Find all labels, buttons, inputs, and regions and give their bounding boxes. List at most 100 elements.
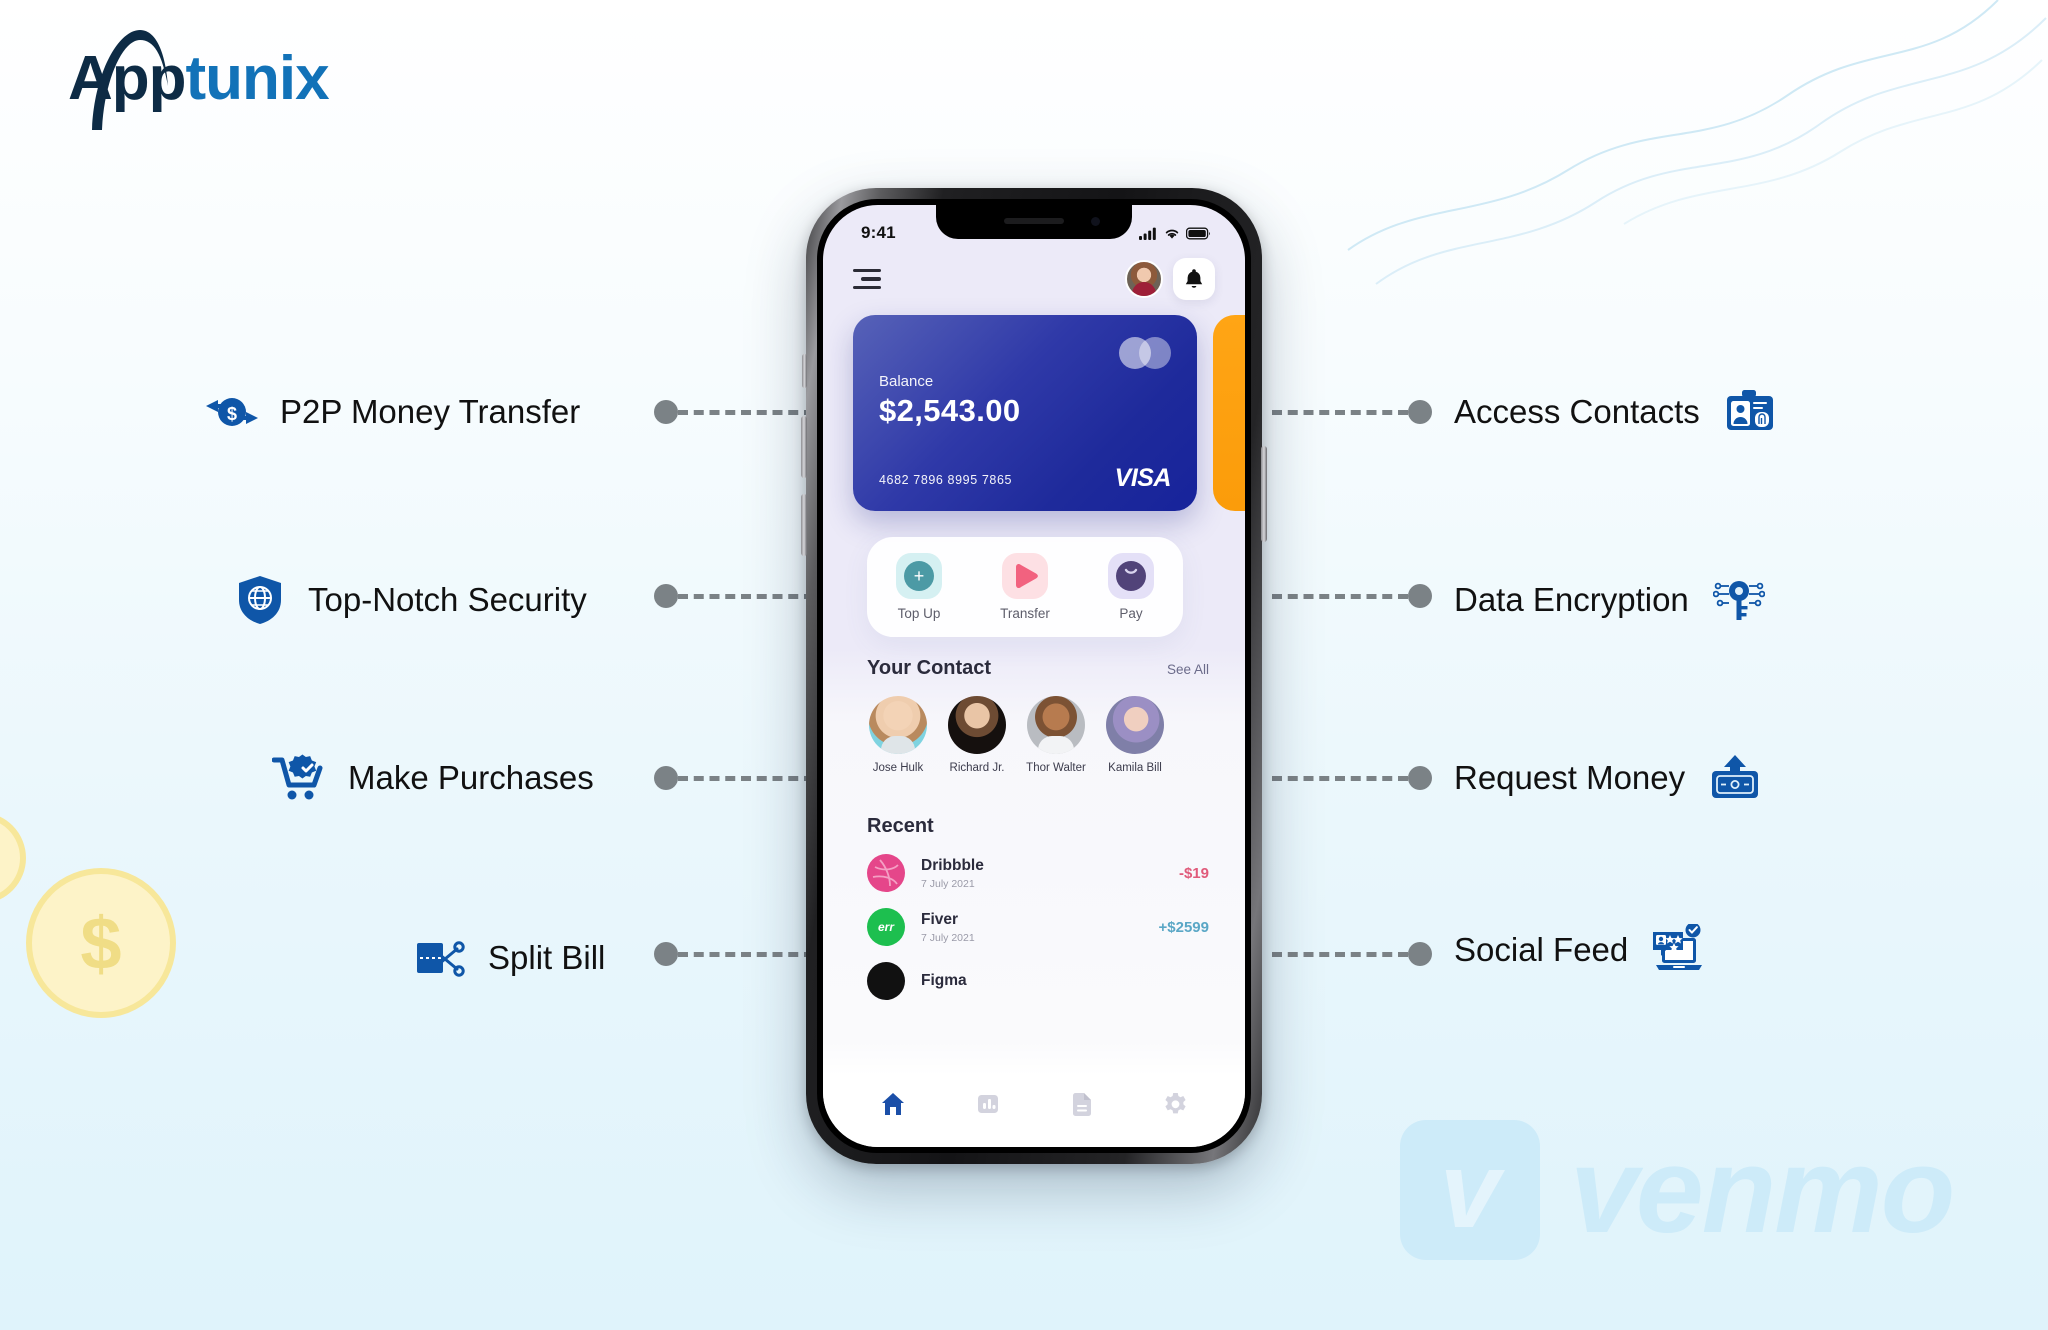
- bell-icon: [1185, 269, 1203, 288]
- nav-home[interactable]: [880, 1091, 906, 1117]
- contact-name: Richard Jr.: [949, 762, 1005, 774]
- mute-switch[interactable]: [802, 354, 807, 388]
- action-top-up[interactable]: + Top Up: [896, 553, 943, 621]
- connector-social-feed: [1272, 942, 1432, 966]
- fiverr-logo: err: [867, 908, 905, 946]
- avatar[interactable]: [1125, 260, 1163, 298]
- scissors-card-icon: [412, 930, 468, 986]
- connector-security: [654, 584, 814, 608]
- see-all-link[interactable]: See All: [1167, 662, 1209, 677]
- connector-dot: [1408, 766, 1432, 790]
- connector-line: [678, 593, 814, 599]
- phone-frame: 9:41 Balance $2,543.00 4682 7896 8995 78…: [801, 188, 1267, 1164]
- banknote-upload-icon: [1707, 750, 1763, 806]
- action-transfer[interactable]: Transfer: [1000, 553, 1050, 621]
- signal-icon: [1139, 227, 1156, 240]
- contacts-list: Jose Hulk Richard Jr. Thor Walter Kamila…: [867, 696, 1209, 774]
- connector-line: [1272, 593, 1408, 599]
- nav-documents[interactable]: [1071, 1092, 1093, 1117]
- plus-circle-icon: +: [896, 553, 943, 599]
- feature-label: Social Feed: [1454, 931, 1629, 968]
- action-pay[interactable]: Pay: [1107, 553, 1154, 621]
- money-transfer-icon: $: [204, 384, 260, 440]
- apptunix-logo: Apptunix: [68, 30, 330, 130]
- feature-social-feed: Social Feed: [1454, 920, 1706, 980]
- feature-data-encryption: Data Encryption: [1454, 570, 1767, 630]
- document-icon: [1072, 1092, 1091, 1116]
- list-item[interactable]: Thor Walter: [1025, 696, 1087, 774]
- wifi-icon: [1165, 229, 1179, 239]
- contact-name: Kamila Bill: [1108, 762, 1162, 774]
- phone-mockup: 9:41 Balance $2,543.00 4682 7896 8995 78…: [801, 188, 1267, 1164]
- visa-logo: VISA: [1114, 464, 1172, 492]
- power-button[interactable]: [1261, 446, 1267, 542]
- recent-section: Recent Dribbble 7 July 2021 -$19 err Fiv…: [867, 815, 1209, 1000]
- balance-card[interactable]: Balance $2,543.00 4682 7896 8995 7865 VI…: [853, 315, 1197, 511]
- list-item[interactable]: Kamila Bill: [1104, 696, 1166, 774]
- connector-dot: [1408, 942, 1432, 966]
- connector-line: [678, 951, 814, 957]
- front-camera: [1091, 217, 1100, 226]
- table-row[interactable]: Dribbble 7 July 2021 -$19: [867, 854, 1209, 892]
- scroll-fade: [823, 1041, 1245, 1075]
- feature-split-bill: Split Bill: [412, 928, 605, 988]
- table-row[interactable]: err Fiver 7 July 2021 +$2599: [867, 908, 1209, 946]
- volume-up-button[interactable]: [801, 416, 807, 478]
- feature-label: Split Bill: [488, 939, 606, 976]
- feature-make-purchases: Make Purchases: [272, 748, 594, 808]
- logo-arc-icon: [92, 30, 168, 130]
- nav-settings[interactable]: [1163, 1092, 1188, 1117]
- transaction-date: 7 July 2021: [921, 877, 975, 890]
- feature-label: Top-Notch Security: [308, 581, 587, 618]
- feature-label: Make Purchases: [348, 759, 594, 796]
- key-circuit-icon: [1711, 572, 1767, 628]
- feature-request-money: Request Money: [1454, 748, 1763, 808]
- contact-name: Thor Walter: [1026, 762, 1086, 774]
- notification-bell-button[interactable]: [1173, 258, 1215, 300]
- transaction-name: Figma: [921, 972, 967, 989]
- connector-line: [678, 775, 814, 781]
- dribbble-logo: [867, 854, 905, 892]
- logo-text-unix: tunix: [185, 44, 330, 113]
- earpiece-speaker: [1004, 218, 1064, 224]
- avatar: [1106, 696, 1164, 754]
- transaction-name: Dribbble: [921, 856, 984, 874]
- laptop-review-icon: [1650, 922, 1706, 978]
- hamburger-icon[interactable]: [853, 268, 883, 290]
- gear-icon: [1165, 1092, 1186, 1113]
- status-time: 9:41: [861, 223, 896, 242]
- quick-actions-panel: + Top Up Transfer Pay: [867, 537, 1183, 637]
- connector-purchases: [654, 766, 814, 790]
- list-item[interactable]: Richard Jr.: [946, 696, 1008, 774]
- table-row[interactable]: Figma: [867, 962, 1209, 1000]
- connector-dot: [1408, 584, 1432, 608]
- transaction-amount: +$2599: [1158, 918, 1209, 936]
- connector-dot: [654, 766, 678, 790]
- pay-crescent-icon: [1107, 553, 1154, 599]
- avatar: [948, 696, 1006, 754]
- coin-small: $: [0, 812, 26, 904]
- volume-down-button[interactable]: [801, 494, 807, 556]
- feature-p2p-money-transfer: $ P2P Money Transfer: [204, 382, 580, 442]
- secondary-card[interactable]: [1213, 315, 1245, 511]
- action-label: Pay: [1119, 606, 1143, 621]
- shield-globe-icon: [232, 572, 288, 628]
- venmo-watermark: v venmo: [1400, 1120, 1955, 1260]
- feature-access-contacts: Access Contacts: [1454, 382, 1778, 442]
- phone-bezel: 9:41 Balance $2,543.00 4682 7896 8995 78…: [817, 199, 1251, 1153]
- nav-statistics[interactable]: [976, 1092, 1000, 1116]
- connector-dot: [1408, 400, 1432, 424]
- connector-dot: [654, 400, 678, 424]
- transaction-date: 7 July 2021: [921, 931, 975, 944]
- list-item[interactable]: Jose Hulk: [867, 696, 929, 774]
- cards-carousel[interactable]: Balance $2,543.00 4682 7896 8995 7865 VI…: [823, 315, 1245, 515]
- feature-label: Data Encryption: [1454, 581, 1689, 618]
- bottom-navigation: [823, 1075, 1245, 1147]
- app-header: [823, 255, 1245, 303]
- cart-check-icon: [272, 750, 328, 806]
- feature-top-notch-security: Top-Notch Security: [232, 570, 587, 630]
- mastercard-circles-icon: [1119, 337, 1171, 369]
- connector-line: [1272, 951, 1408, 957]
- phone-screen: 9:41 Balance $2,543.00 4682 7896 8995 78…: [823, 205, 1245, 1147]
- connector-line: [678, 409, 814, 415]
